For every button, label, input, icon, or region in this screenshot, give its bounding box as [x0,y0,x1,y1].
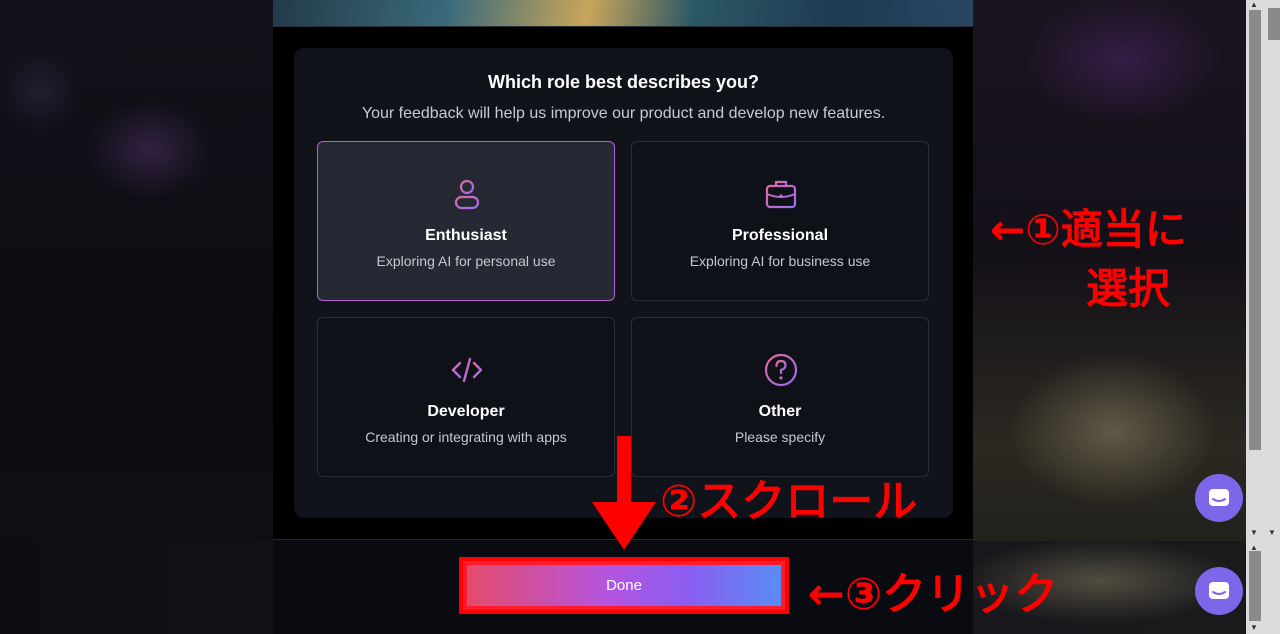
scroll-up-arrow[interactable]: ▲ [1248,0,1260,9]
modal-title: Which role best describes you? [487,72,760,92]
role-card-enthusiast[interactable]: Enthusiast Exploring AI for personal use [317,141,615,301]
role-description: Please specify [734,429,826,445]
question-circle-icon [764,353,798,387]
chat-launcher-button[interactable] [1195,567,1243,615]
role-label: Developer [427,403,505,420]
scroll-down-arrow[interactable]: ▼ [1266,528,1278,537]
role-description: Creating or integrating with apps [365,429,567,445]
briefcase-icon [765,180,797,209]
scrollbar-thumb[interactable] [1268,8,1280,40]
role-description: Exploring AI for business use [689,253,871,269]
annotation-step3: ←③クリック [808,569,1059,620]
done-button[interactable]: Done [467,565,781,606]
scroll-down-arrow[interactable]: ▼ [1248,623,1260,632]
role-card-other[interactable]: Other Please specify [631,317,929,477]
annotation-step1-line2: 選択 [1086,264,1171,313]
modal-banner-image [273,0,973,27]
role-description: Exploring AI for personal use [376,253,556,269]
backdrop-right [973,0,1246,634]
scrollbar-thumb[interactable] [1249,10,1261,450]
scroll-down-arrow[interactable]: ▼ [1248,528,1260,537]
chat-icon [1209,489,1229,506]
scrollbar[interactable]: ▲ ▼ [1246,541,1280,634]
annotation-step1: ←①適当に [990,205,1187,254]
scrollbar-thumb[interactable] [1249,551,1261,621]
role-label: Other [758,403,802,420]
modal-subtitle: Your feedback will help us improve our p… [361,105,886,122]
backdrop-left [0,0,273,634]
scrollbar[interactable]: ▲ ▼ ▼ [1246,0,1280,541]
role-label: Enthusiast [425,227,507,244]
down-arrow-annotation [592,436,656,550]
user-icon [454,179,480,210]
code-icon [451,357,483,383]
role-card-professional[interactable]: Professional Exploring AI for business u… [631,141,929,301]
role-card-developer[interactable]: Developer Creating or integrating with a… [317,317,615,477]
role-label: Professional [731,227,829,244]
chat-launcher-button[interactable] [1195,474,1243,522]
chat-icon [1209,582,1229,599]
annotation-step2: ②スクロール [660,476,918,527]
